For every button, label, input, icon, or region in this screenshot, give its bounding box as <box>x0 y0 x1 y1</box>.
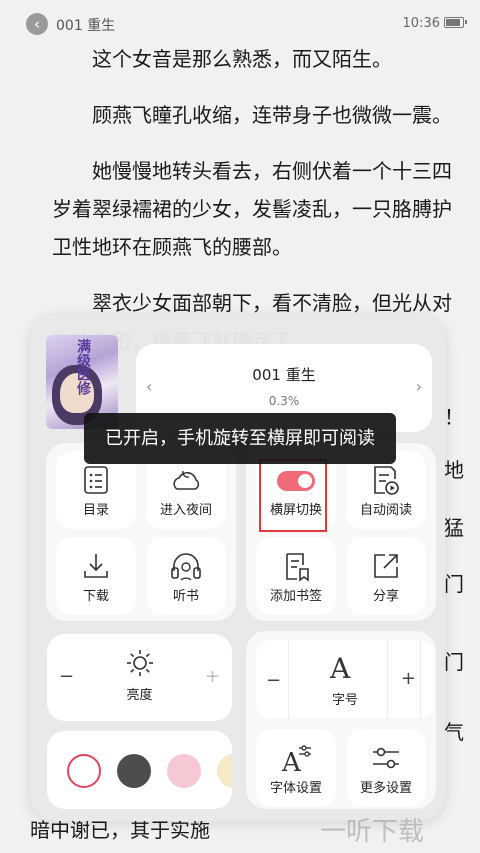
sun-icon <box>127 650 153 676</box>
more-settings-label: 更多设置 <box>359 781 412 796</box>
paragraph: 顾燕飞瞳孔收缩，连带身子也微微一震。 <box>92 103 452 127</box>
reading-progress: 0.3% <box>268 394 300 408</box>
bg-color-pink[interactable] <box>167 754 201 788</box>
download-label: 下载 <box>82 589 109 604</box>
paragraph: 这个女音是那么熟悉，而又陌生。 <box>92 47 392 71</box>
text-fragment: 门 <box>444 650 464 674</box>
list-icon <box>84 466 108 494</box>
bg-color-white[interactable] <box>67 754 101 788</box>
text-fragment: 气 <box>444 720 464 744</box>
more-settings-button[interactable]: 更多设置 <box>346 729 426 807</box>
bookmark-add-icon <box>286 553 309 582</box>
font-settings-label: 字体设置 <box>269 781 322 796</box>
cloud-moon-icon <box>173 470 200 490</box>
brightness-control[interactable]: − 亮度 + <box>47 634 232 721</box>
font-size-decrease-button[interactable]: − <box>266 670 281 691</box>
cover-title: 满级医修 <box>75 339 91 395</box>
back-button[interactable]: ‹ <box>26 13 48 35</box>
text-fragment: 地 <box>444 458 464 482</box>
watermark: 一听下载 <box>320 811 424 848</box>
night-mode-label: 进入夜间 <box>159 503 212 518</box>
sliders-icon <box>373 747 399 769</box>
next-chapter-button[interactable]: › <box>416 377 422 396</box>
text-fragment: 猛 <box>444 516 464 540</box>
header-chapter-title: 001 重生 <box>56 18 116 34</box>
background-color-picker <box>47 731 232 809</box>
font-settings-icon: A <box>281 745 311 775</box>
share-label: 分享 <box>372 589 399 604</box>
font-settings-button[interactable]: A 字体设置 <box>256 729 336 807</box>
listen-button[interactable]: 听书 <box>146 537 226 615</box>
listen-label: 听书 <box>172 589 199 604</box>
text-fragment: 门 <box>444 572 464 596</box>
font-size-icon: A <box>330 652 351 685</box>
share-icon <box>374 554 398 578</box>
chevron-left-icon: ‹ <box>34 15 40 33</box>
font-size-increase-button[interactable]: + <box>401 668 416 689</box>
headphones-icon <box>171 553 201 581</box>
paragraph: 她慢慢地转头看去，右侧伏着一个十三四岁着翠绿襦裙的少女，发髻凌乱，一只胳膊护卫性… <box>52 159 452 259</box>
landscape-tooltip: 已开启，手机旋转至横屏即可阅读 <box>84 413 396 464</box>
add-bookmark-label: 添加书签 <box>269 589 322 604</box>
toc-label: 目录 <box>82 503 109 518</box>
battery-icon <box>444 17 467 28</box>
landscape-highlight-box <box>259 459 327 532</box>
brightness-increase-button[interactable]: + <box>205 666 220 687</box>
auto-read-label: 自动阅读 <box>359 503 412 518</box>
bg-color-dark[interactable] <box>117 754 151 788</box>
bg-color-cream[interactable] <box>217 754 232 788</box>
chapter-name: 001 重生 <box>252 366 316 384</box>
auto-read-icon <box>374 466 399 495</box>
font-size-label: 字号 <box>331 693 358 708</box>
watermark-text: 一听下载 <box>320 817 425 847</box>
add-bookmark-button[interactable]: 添加书签 <box>256 537 336 615</box>
clock: 10:36 <box>402 16 440 31</box>
download-button[interactable]: 下载 <box>56 537 136 615</box>
svg-text:A: A <box>281 748 302 775</box>
download-icon <box>84 554 108 578</box>
share-button[interactable]: 分享 <box>346 537 426 615</box>
font-size-control[interactable]: − A 字号 + <box>256 640 434 718</box>
text-fragment: ！ <box>444 405 464 429</box>
